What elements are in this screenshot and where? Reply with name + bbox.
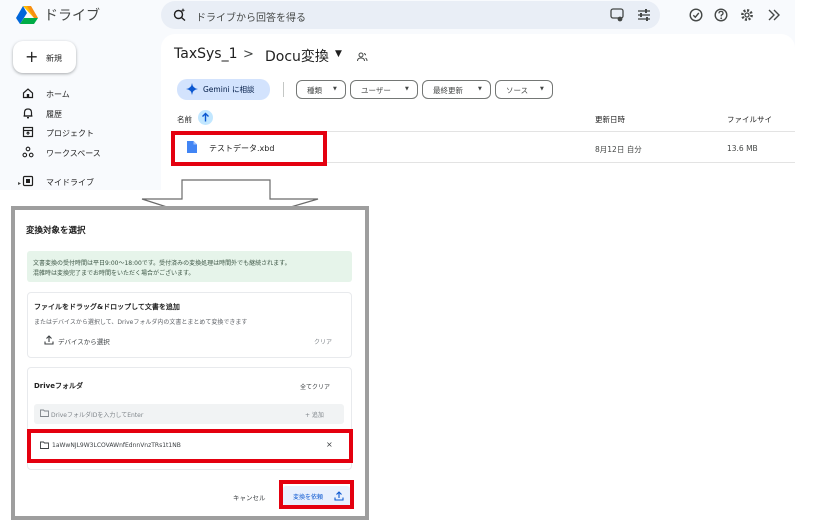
sidebar-item-label: ワークスペース: [46, 149, 101, 158]
highlight-box-file: [171, 131, 327, 166]
drive-folder-title: Driveフォルダ: [34, 382, 83, 390]
breadcrumb-current[interactable]: Docu変換: [265, 46, 329, 66]
notice-line: 混雑時は変換完了までお時間をいただく場合がございます。: [33, 270, 195, 277]
new-button-label: 新規: [46, 54, 62, 63]
highlight-box-submit: [279, 480, 354, 509]
column-header-size[interactable]: ファイルサイ: [727, 114, 772, 125]
toolbar-divider: [283, 82, 284, 97]
bell-icon: [22, 107, 34, 119]
chip-label: ソース: [506, 86, 529, 95]
chevron-down-icon: ▼: [478, 86, 482, 92]
filter-chip-user[interactable]: ユーザー ▼: [350, 80, 418, 99]
chip-label: 最終更新: [433, 86, 463, 95]
project-icon: [22, 126, 34, 138]
status-check-icon[interactable]: [689, 8, 705, 24]
chevron-down-icon: ▼: [540, 86, 544, 92]
sidebar-item-label: プロジェクト: [46, 129, 94, 138]
chevron-down-icon: ▼: [405, 86, 409, 92]
column-header-modified[interactable]: 更新日時: [595, 114, 625, 125]
column-header-name[interactable]: 名前: [177, 114, 192, 125]
device-select-button[interactable]: デバイスから選択: [34, 331, 126, 349]
tune-icon[interactable]: [610, 8, 626, 24]
sidebar-item-history[interactable]: 履歴: [22, 107, 158, 123]
search-input[interactable]: ドライブから回答を得る: [196, 9, 306, 24]
sidebar-item-label: 履歴: [46, 110, 62, 119]
folder-icon: [40, 409, 49, 417]
filter-chip-source[interactable]: ソース ▼: [495, 80, 553, 99]
file-size: 13.6 MB: [727, 144, 758, 153]
chip-label: 種類: [307, 86, 322, 95]
folder-id-placeholder: DriveフォルダIDを入力してEnter: [51, 412, 144, 419]
gemini-button-label: Gemini に相談: [203, 85, 255, 94]
caret-down-icon[interactable]: ▼: [335, 49, 342, 59]
breadcrumb-root[interactable]: TaxSys_1: [174, 46, 237, 62]
sidebar-item-workspaces[interactable]: ワークスペース: [22, 146, 158, 162]
filter-icon[interactable]: [637, 8, 653, 24]
file-modified: 8月12日 自分: [595, 145, 642, 154]
gemini-spark-icon[interactable]: [767, 8, 783, 24]
filter-chip-type[interactable]: 種類 ▼: [296, 80, 346, 99]
dialog-title: 変換対象を選択: [26, 226, 86, 236]
notice-line: 文書変換の受付時間は平日9:00〜18:00です。受付済みの変換処理は時間外でも…: [33, 260, 291, 267]
highlight-box-folder: [27, 429, 353, 463]
drive-logo-icon: [16, 5, 38, 25]
help-icon[interactable]: [714, 8, 730, 24]
gemini-search-icon[interactable]: [173, 8, 186, 21]
sidebar-item-projects[interactable]: プロジェクト: [22, 126, 158, 142]
upload-clear-button[interactable]: クリア: [314, 337, 332, 346]
breadcrumb-separator: >: [243, 47, 254, 62]
chevron-down-icon: ▼: [333, 86, 337, 92]
home-icon: [22, 87, 34, 99]
upload-subtitle: またはデバイスから選択して、Driveフォルダ内の文書とまとめて変換できます: [34, 319, 248, 326]
filter-chip-modified[interactable]: 最終更新 ▼: [422, 80, 491, 99]
main-panel: [161, 34, 795, 190]
chip-label: ユーザー: [361, 86, 391, 95]
workspace-icon: [22, 146, 34, 158]
sort-arrow-up-icon[interactable]: [198, 110, 213, 125]
device-select-label: デバイスから選択: [58, 338, 110, 346]
clear-all-button[interactable]: 全てクリア: [300, 382, 330, 391]
upload-title: ファイルをドラッグ&ドロップして文書を追加: [34, 303, 180, 311]
new-button[interactable]: [13, 41, 76, 73]
plus-icon: +: [25, 47, 39, 66]
app-title: ドライブ: [44, 8, 100, 24]
sidebar-item-home[interactable]: ホーム: [22, 87, 158, 103]
upload-icon: [44, 335, 54, 345]
cancel-button[interactable]: キャンセル: [233, 492, 266, 502]
shared-people-icon[interactable]: [356, 51, 368, 63]
add-folder-button[interactable]: + 追加: [305, 410, 324, 419]
settings-icon[interactable]: [740, 8, 756, 24]
sidebar-item-label: ホーム: [46, 90, 70, 99]
gemini-star-icon: [186, 83, 198, 95]
